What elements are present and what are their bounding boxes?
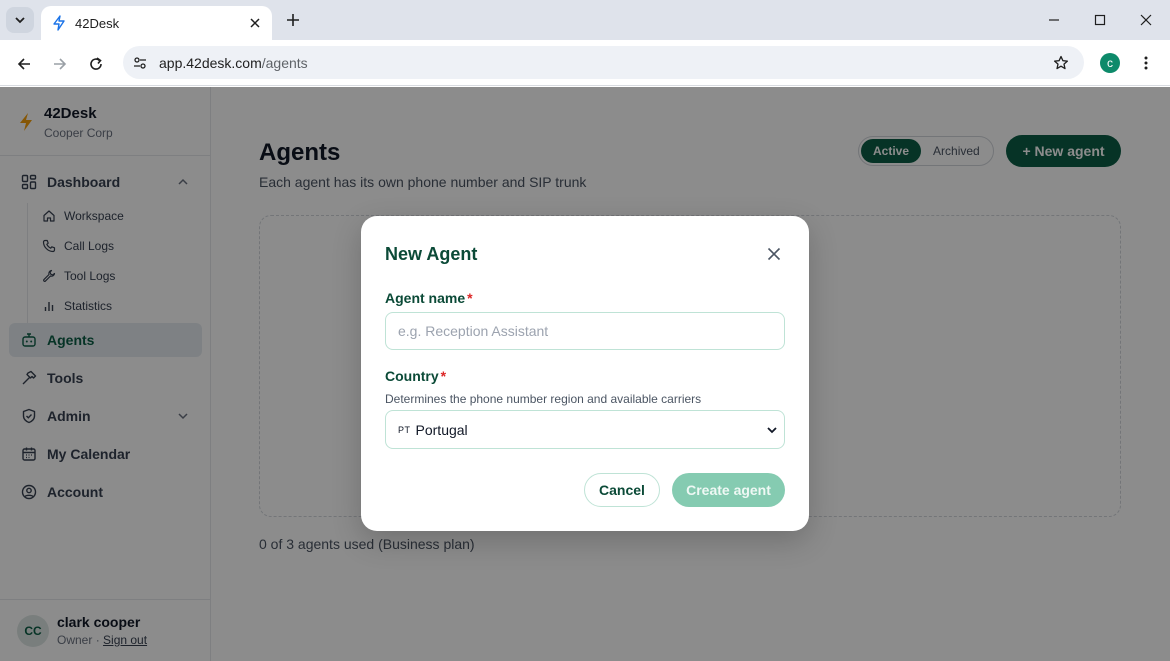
required-mark: *: [440, 368, 447, 384]
reload-icon: [90, 57, 102, 70]
site-settings-icon[interactable]: [127, 50, 153, 76]
more-vertical-icon: [1144, 56, 1148, 70]
window-close-button[interactable]: [1134, 8, 1158, 32]
profile-avatar[interactable]: c: [1100, 53, 1120, 73]
agent-name-input[interactable]: [385, 312, 785, 350]
url-host: app.42desk.com: [159, 54, 262, 71]
arrow-right-icon: [54, 58, 67, 70]
create-agent-button[interactable]: Create agent: [672, 473, 785, 507]
browser-tab-strip: 42Desk: [0, 0, 1170, 40]
minimize-icon: [1049, 19, 1059, 21]
forward-button[interactable]: [47, 51, 73, 77]
reload-button[interactable]: [83, 51, 109, 77]
close-icon: [767, 247, 781, 261]
url-path: /agents: [261, 54, 308, 71]
url-text: app.42desk.com/agents: [159, 55, 1048, 71]
arrow-left-icon: [17, 58, 30, 70]
agent-name-label-text: Agent name: [385, 290, 466, 306]
close-icon: [1140, 14, 1152, 26]
cancel-button[interactable]: Cancel: [584, 473, 660, 507]
maximize-button[interactable]: [1088, 8, 1112, 32]
back-button[interactable]: [11, 51, 37, 77]
bookmark-star-icon[interactable]: [1048, 50, 1074, 76]
dialog-title: New Agent: [385, 244, 478, 264]
browser-toolbar: app.42desk.com/agents c: [0, 40, 1170, 86]
dialog-close-button[interactable]: [764, 244, 784, 264]
tab-title: 42Desk: [75, 15, 120, 31]
tab-search-button[interactable]: [6, 7, 34, 33]
browser-menu-button[interactable]: [1136, 51, 1156, 75]
new-agent-dialog: New Agent Agent name* Country* Determine…: [361, 216, 809, 531]
plus-icon: [287, 14, 299, 26]
country-selected-value: Portugal: [415, 421, 468, 438]
country-flag-code: PT: [398, 424, 411, 435]
tab-close-icon[interactable]: [246, 14, 264, 32]
maximize-icon: [1094, 14, 1106, 26]
new-tab-button[interactable]: [282, 9, 304, 31]
chevron-down-icon: [15, 17, 25, 24]
country-label: Country *: [385, 368, 446, 384]
required-mark: *: [467, 290, 473, 306]
bolt-favicon-icon: [53, 15, 65, 31]
country-label-text: Country: [385, 368, 439, 384]
address-bar[interactable]: app.42desk.com/agents: [123, 46, 1084, 79]
country-select[interactable]: PT Portugal: [385, 410, 785, 449]
minimize-button[interactable]: [1042, 8, 1066, 32]
country-help-text: Determines the phone number region and a…: [385, 392, 702, 406]
chevron-down-icon: [767, 427, 777, 434]
agent-name-label: Agent name *: [385, 290, 473, 306]
browser-tab[interactable]: 42Desk: [41, 6, 272, 40]
